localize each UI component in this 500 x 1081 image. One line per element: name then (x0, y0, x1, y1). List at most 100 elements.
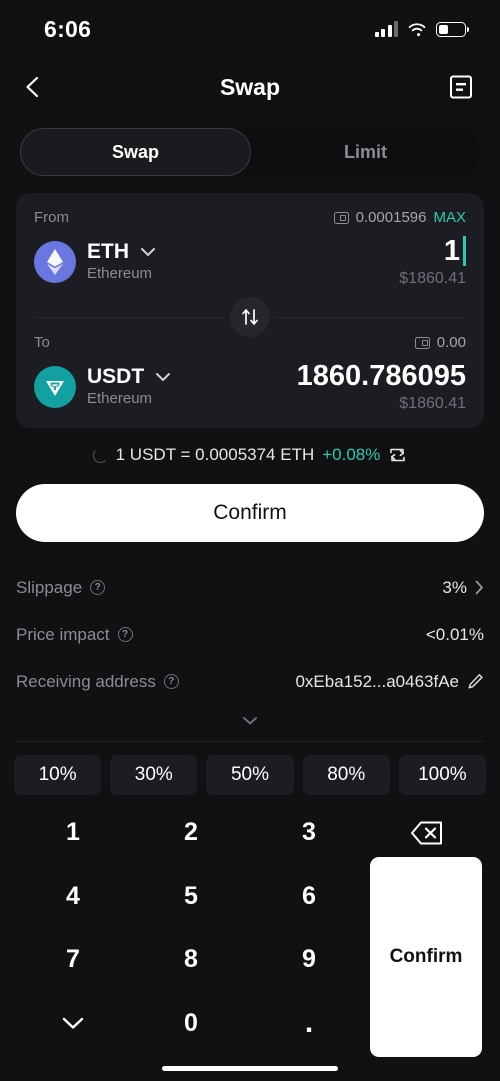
tab-limit[interactable]: Limit (251, 128, 480, 176)
key-6-label: 6 (302, 881, 316, 910)
key-8[interactable]: 8 (132, 928, 250, 992)
key-hide-keyboard[interactable] (14, 992, 132, 1056)
backspace-icon (411, 821, 442, 845)
percent-chip-100[interactable]: 100% (398, 755, 487, 795)
keypad-confirm-button[interactable]: Confirm (370, 857, 482, 1057)
key-6[interactable]: 6 (250, 865, 368, 929)
back-button[interactable] (22, 74, 44, 100)
edit-pencil-icon[interactable] (467, 673, 484, 690)
key-9[interactable]: 9 (250, 928, 368, 992)
rate-delta: +0.08% (322, 445, 381, 464)
price-impact-label: Price impact (16, 624, 110, 644)
key-7[interactable]: 7 (14, 928, 132, 992)
from-balance: 0.0001596 (355, 209, 427, 226)
mode-tabs: Swap Limit (20, 128, 480, 176)
battery-icon (436, 21, 470, 37)
loading-spinner-icon (92, 447, 108, 463)
exchange-rate-row[interactable]: 1 USDT = 0.0005374 ETH +0.08% (0, 445, 500, 465)
key-backspace[interactable] (368, 801, 486, 865)
key-decimal[interactable]: . (250, 992, 368, 1056)
status-indicators (374, 21, 470, 37)
to-token-chain: Ethereum (87, 390, 153, 408)
to-fiat-value: $1860.41 (399, 395, 466, 413)
confirm-button[interactable]: Confirm (16, 484, 484, 542)
key-0[interactable]: 0 (132, 992, 250, 1056)
percent-chip-30[interactable]: 30% (110, 755, 198, 795)
percent-chip-50[interactable]: 50% (206, 755, 294, 795)
question-mark-icon[interactable]: ? (163, 674, 179, 689)
to-amount-group: 1860.786095 $1860.41 (296, 359, 466, 414)
home-indicator[interactable] (162, 1065, 338, 1071)
chevron-down-icon (62, 1018, 84, 1029)
receiving-address-label-group: Receiving address ? (16, 672, 179, 692)
swap-direction-icon (242, 309, 258, 325)
question-mark-icon[interactable]: ? (90, 580, 106, 595)
page-title: Swap (219, 73, 281, 100)
slippage-label: Slippage (16, 577, 83, 597)
receiving-address-row[interactable]: Receiving address ? 0xEba152...a0463fAe (16, 658, 484, 705)
status-bar: 6:06 (0, 0, 500, 58)
percent-chip-80[interactable]: 80% (302, 755, 390, 795)
to-amount-value: 1860.786095 (296, 359, 466, 392)
max-button[interactable]: MAX (433, 209, 466, 226)
key-7-label: 7 (66, 945, 80, 974)
to-token-symbol: USDT (87, 365, 145, 389)
wifi-icon (408, 22, 426, 36)
app-header: Swap (0, 58, 500, 116)
key-5[interactable]: 5 (132, 865, 250, 929)
key-9-label: 9 (302, 945, 316, 974)
key-1-label: 1 (66, 818, 80, 847)
swap-direction-button[interactable] (226, 293, 274, 341)
from-token-chain: Ethereum (87, 265, 153, 283)
from-amount-input[interactable]: 1 (444, 235, 466, 268)
from-amount-group[interactable]: 1 $1860.41 (399, 235, 466, 289)
wallet-icon (414, 336, 430, 349)
expand-details-button[interactable] (16, 707, 484, 733)
cellular-bars-icon (374, 21, 398, 37)
slippage-value-group: 3% (442, 578, 484, 598)
chevron-down-icon (156, 373, 171, 382)
to-token-selector[interactable]: USDT Ethereum (34, 365, 171, 409)
price-impact-label-group: Price impact ? (16, 625, 133, 645)
from-balance-group: 0.0001596 MAX (333, 209, 466, 226)
text-caret (463, 236, 466, 267)
slippage-label-group: Slippage ? (16, 577, 106, 598)
key-1[interactable]: 1 (14, 801, 132, 865)
slippage-row[interactable]: Slippage ? 3% (16, 564, 484, 611)
key-0-label: 0 (184, 1008, 198, 1037)
key-5-label: 5 (184, 881, 198, 910)
key-3[interactable]: 3 (250, 801, 368, 865)
price-impact-row: Price impact ? <0.01% (16, 611, 484, 658)
from-token-symbol: ETH (87, 240, 129, 264)
details-section: Slippage ? 3% Price impact ? <0.01% Rece… (16, 564, 484, 742)
percent-chip-50-label: 50% (230, 764, 270, 785)
chevron-right-icon (475, 580, 483, 595)
to-balance: 0.00 (436, 334, 466, 351)
transaction-history-icon (450, 75, 472, 99)
from-token-selector[interactable]: ETH Ethereum (34, 240, 156, 284)
wallet-icon (333, 211, 349, 224)
percent-chip-10[interactable]: 10% (14, 755, 102, 795)
key-2[interactable]: 2 (132, 801, 250, 865)
percent-chip-row: 10% 30% 50% 80% 100% (0, 742, 500, 795)
swap-screen: 6:06 Swap Swap Limit From 0.0001596 MAX … (0, 0, 500, 1081)
percent-chip-80-label: 80% (327, 764, 366, 785)
from-label: From (34, 209, 69, 226)
percent-chip-100-label: 100% (418, 764, 467, 785)
from-token-name-row: ETH (87, 240, 156, 264)
to-label: To (34, 334, 50, 351)
swap-rate-icon[interactable] (388, 447, 407, 463)
to-token-meta: USDT Ethereum (87, 365, 171, 409)
key-4[interactable]: 4 (14, 865, 132, 929)
receiving-address-value: 0xEba152...a0463fAe (295, 671, 459, 691)
tab-swap[interactable]: Swap (20, 128, 251, 176)
chevron-down-icon (243, 716, 257, 724)
receiving-address-label: Receiving address (16, 671, 156, 691)
to-token-row: USDT Ethereum 1860.786095 $1860.41 (34, 360, 466, 414)
numeric-keypad: 1 2 3 4 5 6 7 8 9 0 . Confirm (0, 795, 500, 1057)
confirm-button-label: Confirm (213, 501, 287, 524)
question-mark-icon[interactable]: ? (117, 627, 133, 642)
percent-chip-30-label: 30% (134, 764, 173, 785)
chevron-left-icon (26, 76, 39, 98)
transaction-history-button[interactable] (448, 73, 474, 101)
